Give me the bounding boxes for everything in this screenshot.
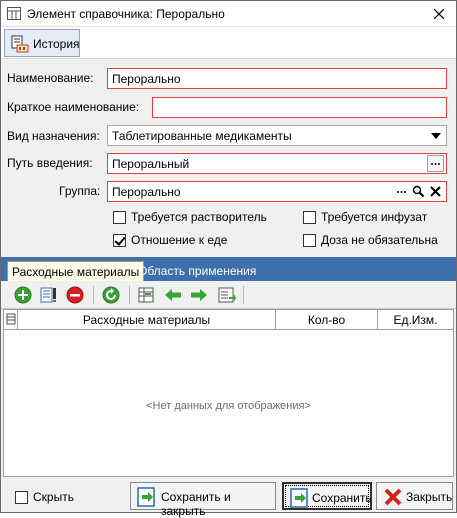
history-icon xyxy=(11,35,29,53)
toolbar-separator xyxy=(93,286,94,304)
refresh-button[interactable] xyxy=(101,285,121,305)
search-icon xyxy=(412,185,425,198)
close-button[interactable]: Закрыть xyxy=(376,482,453,510)
dose-optional-checkbox-label: Доза не обязательна xyxy=(321,233,438,247)
column-header-quantity[interactable]: Кол-во xyxy=(276,310,378,329)
food-checkbox[interactable]: Отношение к еде xyxy=(113,232,227,248)
save-and-close-label: Сохранить и закрыть xyxy=(161,490,231,518)
add-button[interactable] xyxy=(13,285,33,305)
group-ellipsis-button[interactable] xyxy=(393,183,410,200)
window-title: Элемент справочника: Перорально xyxy=(27,7,225,21)
toolbar-separator xyxy=(129,286,130,304)
infusion-checkbox-box[interactable] xyxy=(303,210,316,224)
save-and-close-button[interactable]: Сохранить и закрыть xyxy=(130,482,276,518)
short-name-field[interactable] xyxy=(152,97,447,118)
group-label: Группа: xyxy=(59,184,101,198)
close-red-icon xyxy=(384,488,402,506)
name-field[interactable]: Перорально xyxy=(107,68,447,89)
export-icon xyxy=(218,287,236,303)
group-field[interactable]: Перорально xyxy=(107,181,447,202)
ellipsis-icon xyxy=(431,163,440,165)
column-chooser-icon xyxy=(6,313,15,325)
solvent-checkbox-label: Требуется растворитель xyxy=(131,210,267,224)
tab-strip: Расходные материалы Область применения xyxy=(1,257,456,281)
infusion-checkbox-label: Требуется инфузат xyxy=(321,210,428,224)
grid-header: Расходные материалы Кол-во Ед.Изм. xyxy=(4,310,453,330)
edit-icon xyxy=(40,287,56,303)
route-field[interactable]: Пероральный xyxy=(107,153,447,174)
save-icon xyxy=(290,488,308,508)
title-bar: Элемент справочника: Перорально xyxy=(1,1,456,27)
route-label: Путь введения: xyxy=(7,156,93,170)
columns-icon xyxy=(138,287,154,303)
arrow-right-icon xyxy=(191,289,207,301)
columns-button[interactable] xyxy=(137,285,157,305)
table-icon xyxy=(7,7,21,20)
clear-icon xyxy=(430,186,441,197)
short-name-label: Краткое наименование: xyxy=(7,100,140,114)
chevron-down-icon[interactable] xyxy=(431,133,441,139)
group-clear-button[interactable] xyxy=(427,183,444,200)
grid-toolbar xyxy=(1,281,456,309)
dose-optional-checkbox-box[interactable] xyxy=(303,233,316,247)
dialog-window: Элемент справочника: Перорально История … xyxy=(0,0,457,518)
form-area: Наименование: Перорально Краткое наимено… xyxy=(1,59,456,257)
purpose-label: Вид назначения: xyxy=(7,129,100,143)
name-value: Перорально xyxy=(112,72,181,86)
group-search-button[interactable] xyxy=(410,183,427,200)
solvent-checkbox-box[interactable] xyxy=(113,210,126,224)
move-right-button[interactable] xyxy=(189,285,209,305)
history-label: История xyxy=(33,37,80,51)
delete-icon xyxy=(66,286,84,304)
purpose-select[interactable]: Таблетированные медикаменты xyxy=(107,125,447,146)
save-button[interactable]: Сохранить xyxy=(282,482,372,510)
delete-button[interactable] xyxy=(65,285,85,305)
tab-consumables[interactable]: Расходные материалы xyxy=(7,261,145,281)
food-checkbox-label: Отношение к еде xyxy=(131,233,228,247)
ellipsis-icon xyxy=(397,191,406,193)
route-value: Пероральный xyxy=(112,157,190,171)
edit-button[interactable] xyxy=(39,285,59,305)
hide-checkbox[interactable]: Скрыть xyxy=(15,489,74,505)
add-icon xyxy=(14,286,32,304)
hide-checkbox-box[interactable] xyxy=(15,490,28,504)
export-button[interactable] xyxy=(217,285,237,305)
name-label: Наименование: xyxy=(7,71,94,85)
tab-application-area[interactable]: Область применения xyxy=(134,261,260,281)
arrow-left-icon xyxy=(165,289,181,301)
group-value: Перорально xyxy=(112,185,181,199)
history-button[interactable]: История xyxy=(4,29,80,57)
close-window-button[interactable] xyxy=(422,1,456,27)
route-ellipsis-button[interactable] xyxy=(427,155,444,172)
solvent-checkbox[interactable]: Требуется растворитель xyxy=(113,209,267,225)
dose-optional-checkbox[interactable]: Доза не обязательна xyxy=(303,232,438,248)
purpose-value: Таблетированные медикаменты xyxy=(112,129,292,143)
toolbar-separator xyxy=(243,286,244,304)
empty-grid-message: <Нет данных для отображения> xyxy=(146,400,311,412)
consumables-grid[interactable]: Расходные материалы Кол-во Ед.Изм. <Нет … xyxy=(3,309,454,477)
close-icon xyxy=(434,9,444,19)
move-left-button[interactable] xyxy=(163,285,183,305)
save-label: Сохранить xyxy=(312,491,372,505)
footer: Скрыть Сохранить и закрыть Сохранить Зак… xyxy=(1,477,456,518)
column-header-unit[interactable]: Ед.Изм. xyxy=(378,310,453,329)
column-chooser-button[interactable] xyxy=(4,310,18,329)
infusion-checkbox[interactable]: Требуется инфузат xyxy=(303,209,427,225)
close-label: Закрыть xyxy=(406,490,453,504)
hide-checkbox-label: Скрыть xyxy=(33,490,74,504)
food-checkbox-box[interactable] xyxy=(113,233,126,247)
refresh-icon xyxy=(102,286,120,304)
column-header-consumables[interactable]: Расходные материалы xyxy=(18,310,276,329)
toolbar: История xyxy=(1,27,456,59)
save-close-icon xyxy=(137,487,155,507)
